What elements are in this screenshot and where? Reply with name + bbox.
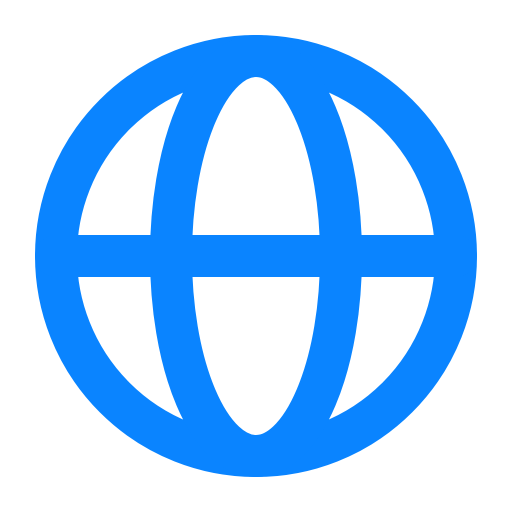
globe-icon (35, 35, 477, 477)
icon-canvas (0, 0, 512, 512)
